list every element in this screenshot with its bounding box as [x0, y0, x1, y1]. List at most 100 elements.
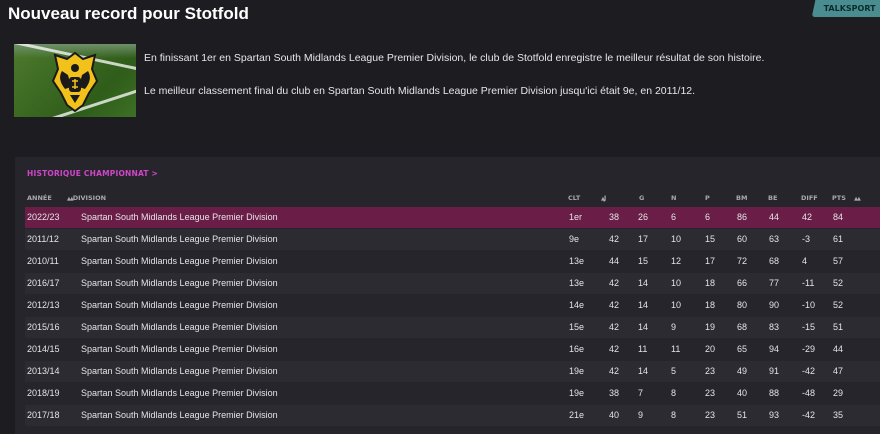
- cell-won: 26: [638, 212, 649, 222]
- cell-played: 42: [609, 322, 620, 332]
- club-crest-image: [14, 44, 136, 117]
- cell-pos: 16e: [569, 344, 585, 354]
- cell-gf: 51: [737, 410, 748, 420]
- cell-ga: 77: [769, 278, 780, 288]
- cell-diff: -10: [802, 300, 816, 310]
- cell-drawn: 10: [671, 278, 682, 288]
- cell-drawn: 8: [671, 388, 677, 398]
- cell-pos: 21e: [569, 410, 585, 420]
- cell-pos: 13e: [569, 256, 585, 266]
- cell-won: 11: [638, 344, 648, 354]
- col-played-sort[interactable]: ▲J: [601, 194, 606, 202]
- cell-pts: 29: [833, 388, 844, 398]
- col-diff[interactable]: DIFF: [801, 194, 818, 202]
- cell-gf: 66: [737, 278, 748, 288]
- cell-ga: 94: [769, 344, 780, 354]
- cell-lost: 17: [705, 256, 716, 266]
- cell-ga: 91: [769, 366, 780, 376]
- table-row[interactable]: 2013/14 Spartan South Midlands League Pre…: [25, 361, 880, 382]
- cell-pts: 52: [833, 278, 844, 288]
- col-ga[interactable]: BE: [768, 194, 777, 202]
- cell-division: Spartan South Midlands League Premier Di…: [81, 256, 278, 266]
- talksport-badge[interactable]: TALKSPORT: [811, 0, 880, 17]
- cell-pts: 61: [833, 234, 844, 244]
- cell-diff: -29: [802, 344, 816, 354]
- cell-gf: 49: [737, 366, 748, 376]
- col-pos[interactable]: CLT: [568, 194, 580, 202]
- cell-year: 2013/14: [27, 366, 60, 376]
- cell-division: Spartan South Midlands League Premier Di…: [81, 322, 278, 332]
- cell-gf: 80: [737, 300, 748, 310]
- cell-played: 42: [609, 234, 620, 244]
- cell-diff: -42: [802, 366, 816, 376]
- cell-division: Spartan South Midlands League Premier Di…: [81, 366, 278, 376]
- cell-diff: -15: [802, 322, 816, 332]
- cell-ga: 93: [769, 410, 780, 420]
- cell-gf: 65: [737, 344, 748, 354]
- cell-pos: 9e: [569, 234, 580, 244]
- cell-division: Spartan South Midlands League Premier Di…: [81, 410, 278, 420]
- cell-lost: 23: [705, 410, 716, 420]
- cell-won: 17: [638, 234, 649, 244]
- cell-played: 38: [609, 212, 620, 222]
- cell-ga: 90: [769, 300, 780, 310]
- cell-pos: 13e: [569, 278, 585, 288]
- cell-gf: 40: [737, 388, 748, 398]
- col-won[interactable]: G: [639, 194, 644, 202]
- cell-pos: 19e: [569, 388, 585, 398]
- cell-drawn: 9: [671, 322, 677, 332]
- cell-diff: 4: [802, 256, 808, 266]
- cell-played: 42: [609, 300, 620, 310]
- table-row[interactable]: 2022/23 Spartan South Midlands League Pre…: [25, 207, 880, 228]
- table-row[interactable]: 2018/19 Spartan South Midlands League Pre…: [25, 383, 880, 404]
- cell-ga: 83: [769, 322, 780, 332]
- table-row[interactable]: 2014/15 Spartan South Midlands League Pre…: [25, 339, 880, 360]
- cell-year: 2015/16: [27, 322, 60, 332]
- cell-year: 2012/13: [27, 300, 60, 310]
- table-row[interactable]: 2016/17 Spartan South Midlands League Pre…: [25, 273, 880, 294]
- cell-pos: 14e: [569, 300, 585, 310]
- cell-diff: -11: [802, 278, 815, 288]
- cell-drawn: 10: [671, 300, 682, 310]
- cell-lost: 15: [705, 234, 716, 244]
- cell-division: Spartan South Midlands League Premier Di…: [81, 388, 278, 398]
- table-row[interactable]: 2011/12 Spartan South Midlands League Pre…: [25, 229, 880, 250]
- col-drawn[interactable]: N: [671, 194, 676, 202]
- table-row[interactable]: 2010/11 Spartan South Midlands League Pre…: [25, 251, 880, 272]
- cell-lost: 23: [705, 366, 716, 376]
- history-panel: HISTORIQUE CHAMPIONNAT > ANNÉE ▲▲DIVISIO…: [15, 157, 880, 434]
- cell-drawn: 10: [671, 234, 682, 244]
- cell-division: Spartan South Midlands League Premier Di…: [81, 344, 278, 354]
- cell-year: 2017/18: [27, 410, 60, 420]
- col-lost[interactable]: P: [705, 194, 710, 202]
- cell-lost: 6: [705, 212, 711, 222]
- cell-lost: 19: [705, 322, 716, 332]
- table-row[interactable]: 2012/13 Spartan South Midlands League Pre…: [25, 295, 880, 316]
- cell-gf: 60: [737, 234, 748, 244]
- col-played: J: [603, 194, 607, 202]
- cell-pos: 15e: [569, 322, 585, 332]
- cell-gf: 68: [737, 322, 748, 332]
- table-row[interactable]: 2017/18 Spartan South Midlands League Pre…: [25, 405, 880, 426]
- history-link[interactable]: HISTORIQUE CHAMPIONNAT >: [27, 169, 158, 178]
- cell-won: 14: [638, 366, 649, 376]
- col-year[interactable]: ANNÉE: [27, 194, 52, 202]
- cell-ga: 68: [769, 256, 780, 266]
- col-division-sort[interactable]: ▲▲DIVISION: [67, 194, 106, 202]
- cell-drawn: 11: [671, 344, 681, 354]
- col-pts[interactable]: PTS ▲▲: [832, 194, 861, 202]
- cell-lost: 20: [705, 344, 716, 354]
- cell-division: Spartan South Midlands League Premier Di…: [81, 300, 278, 310]
- cell-lost: 18: [705, 300, 716, 310]
- cell-won: 14: [638, 278, 649, 288]
- cell-played: 40: [609, 410, 620, 420]
- col-gf[interactable]: BM: [736, 194, 747, 202]
- cell-diff: -3: [802, 234, 811, 244]
- cell-year: 2011/12: [27, 234, 59, 244]
- cell-pos: 1er: [569, 212, 583, 222]
- cell-ga: 44: [769, 212, 780, 222]
- col-division: DIVISION: [72, 194, 107, 202]
- table-row[interactable]: 2015/16 Spartan South Midlands League Pre…: [25, 317, 880, 338]
- cell-pts: 47: [833, 366, 844, 376]
- cell-year: 2016/17: [27, 278, 60, 288]
